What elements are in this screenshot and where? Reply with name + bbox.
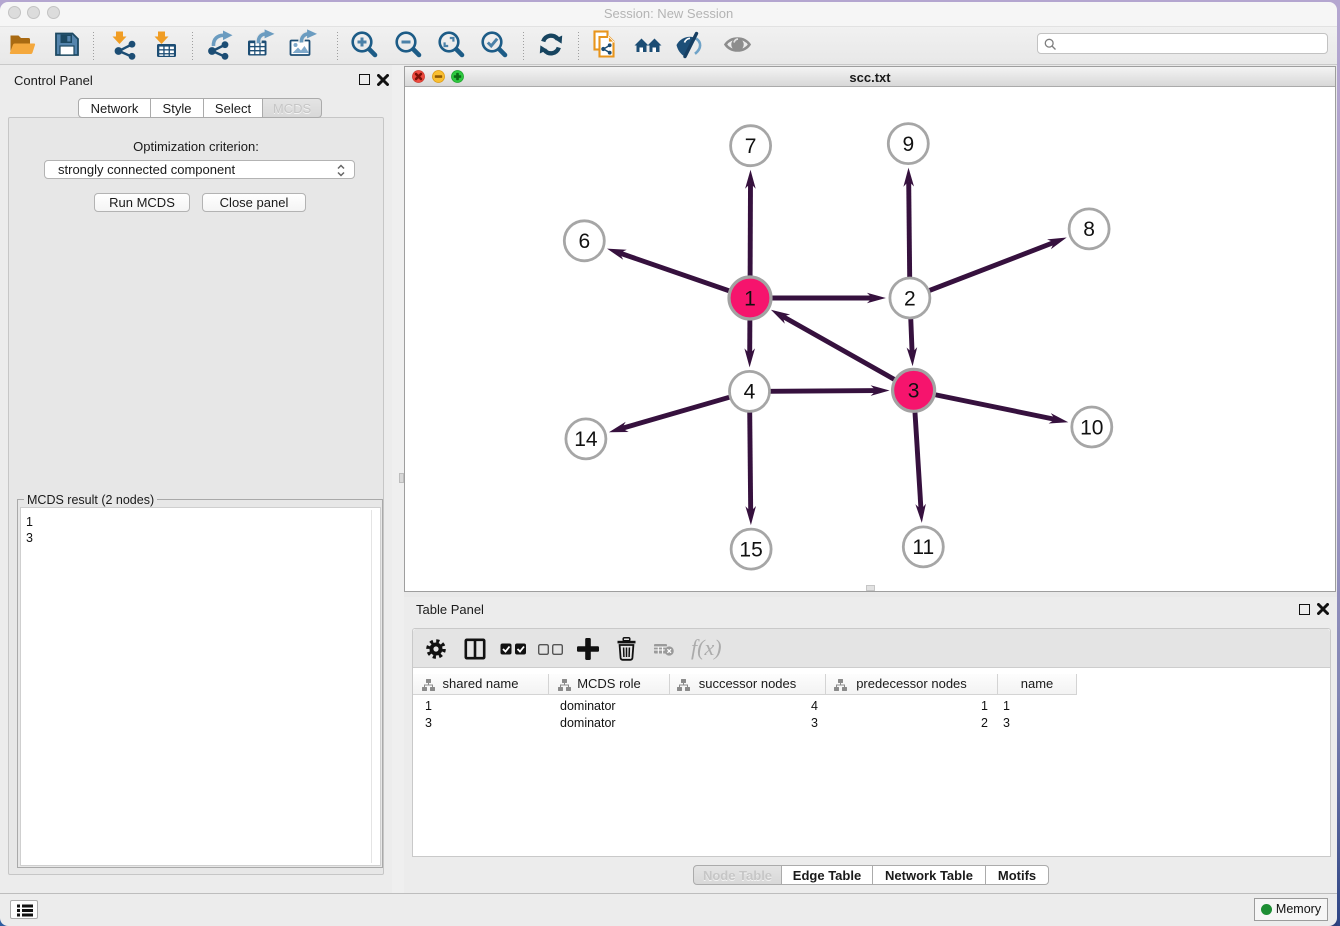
svg-text:8: 8 (1083, 218, 1095, 241)
svg-text:1: 1 (744, 287, 756, 310)
svg-text:9: 9 (902, 133, 914, 156)
svg-text:6: 6 (578, 230, 590, 253)
svg-text:3: 3 (908, 380, 920, 403)
svg-text:14: 14 (574, 428, 598, 451)
svg-text:11: 11 (912, 536, 934, 559)
svg-text:4: 4 (744, 381, 756, 404)
svg-text:15: 15 (739, 538, 762, 561)
svg-text:10: 10 (1080, 416, 1103, 439)
svg-text:2: 2 (904, 287, 916, 310)
svg-text:7: 7 (745, 135, 757, 158)
